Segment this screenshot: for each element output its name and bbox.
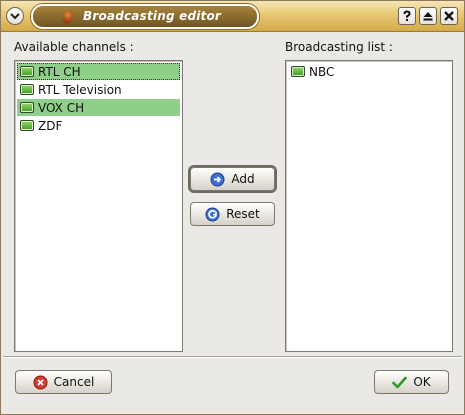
add-button-label: Add <box>231 172 255 186</box>
cancel-button-label: Cancel <box>53 375 95 389</box>
list-item-rtl-ch[interactable]: RTL CH <box>17 63 180 80</box>
close-button[interactable] <box>440 7 458 25</box>
list-item-zdf[interactable]: ZDF <box>17 117 180 134</box>
tv-icon <box>20 84 34 95</box>
list-item-label: ZDF <box>38 118 63 133</box>
tv-icon <box>291 66 305 77</box>
broadcasting-list[interactable]: NBC <box>285 60 453 352</box>
list-item-vox-ch[interactable]: VOX CH <box>17 99 180 116</box>
list-item-label: RTL Television <box>38 82 122 97</box>
help-icon <box>403 10 411 21</box>
available-channels-label: Available channels : <box>14 40 134 54</box>
shade-icon <box>423 12 433 21</box>
available-channels-list[interactable]: RTL CH RTL Television VOX CH ZDF <box>14 60 183 352</box>
list-item-label: NBC <box>309 64 335 79</box>
cancel-button[interactable]: Cancel <box>15 370 112 394</box>
title-pill: Broadcasting editor <box>31 4 259 29</box>
list-item-nbc[interactable]: NBC <box>288 63 450 80</box>
broadcasting-list-label: Broadcasting list : <box>285 40 393 54</box>
tv-icon <box>20 102 34 113</box>
arrow-right-icon <box>210 172 225 187</box>
cancel-icon <box>33 375 48 390</box>
ok-button-label: OK <box>413 375 431 389</box>
broadcasting-editor-window: Broadcasting editor Available channels :… <box>0 0 465 415</box>
reset-icon <box>205 207 220 222</box>
list-item-label: VOX CH <box>38 100 85 115</box>
tv-icon <box>20 120 34 131</box>
window-menu-button[interactable] <box>6 7 24 25</box>
reset-button-label: Reset <box>226 207 260 221</box>
add-button[interactable]: Add <box>190 167 275 191</box>
check-icon <box>392 375 408 390</box>
chevron-down-icon <box>10 13 20 20</box>
tv-icon <box>20 66 34 77</box>
title-bar[interactable]: Broadcasting editor <box>1 1 464 32</box>
list-item-label: RTL CH <box>38 64 81 79</box>
window-title: Broadcasting editor <box>83 9 222 23</box>
separator <box>3 356 462 358</box>
shade-button[interactable] <box>419 7 437 25</box>
help-button[interactable] <box>398 7 416 25</box>
reset-button[interactable]: Reset <box>190 202 275 226</box>
close-icon <box>444 11 454 21</box>
ok-button[interactable]: OK <box>374 370 449 394</box>
list-item-rtl-television[interactable]: RTL Television <box>17 81 180 98</box>
app-icon <box>60 8 76 26</box>
